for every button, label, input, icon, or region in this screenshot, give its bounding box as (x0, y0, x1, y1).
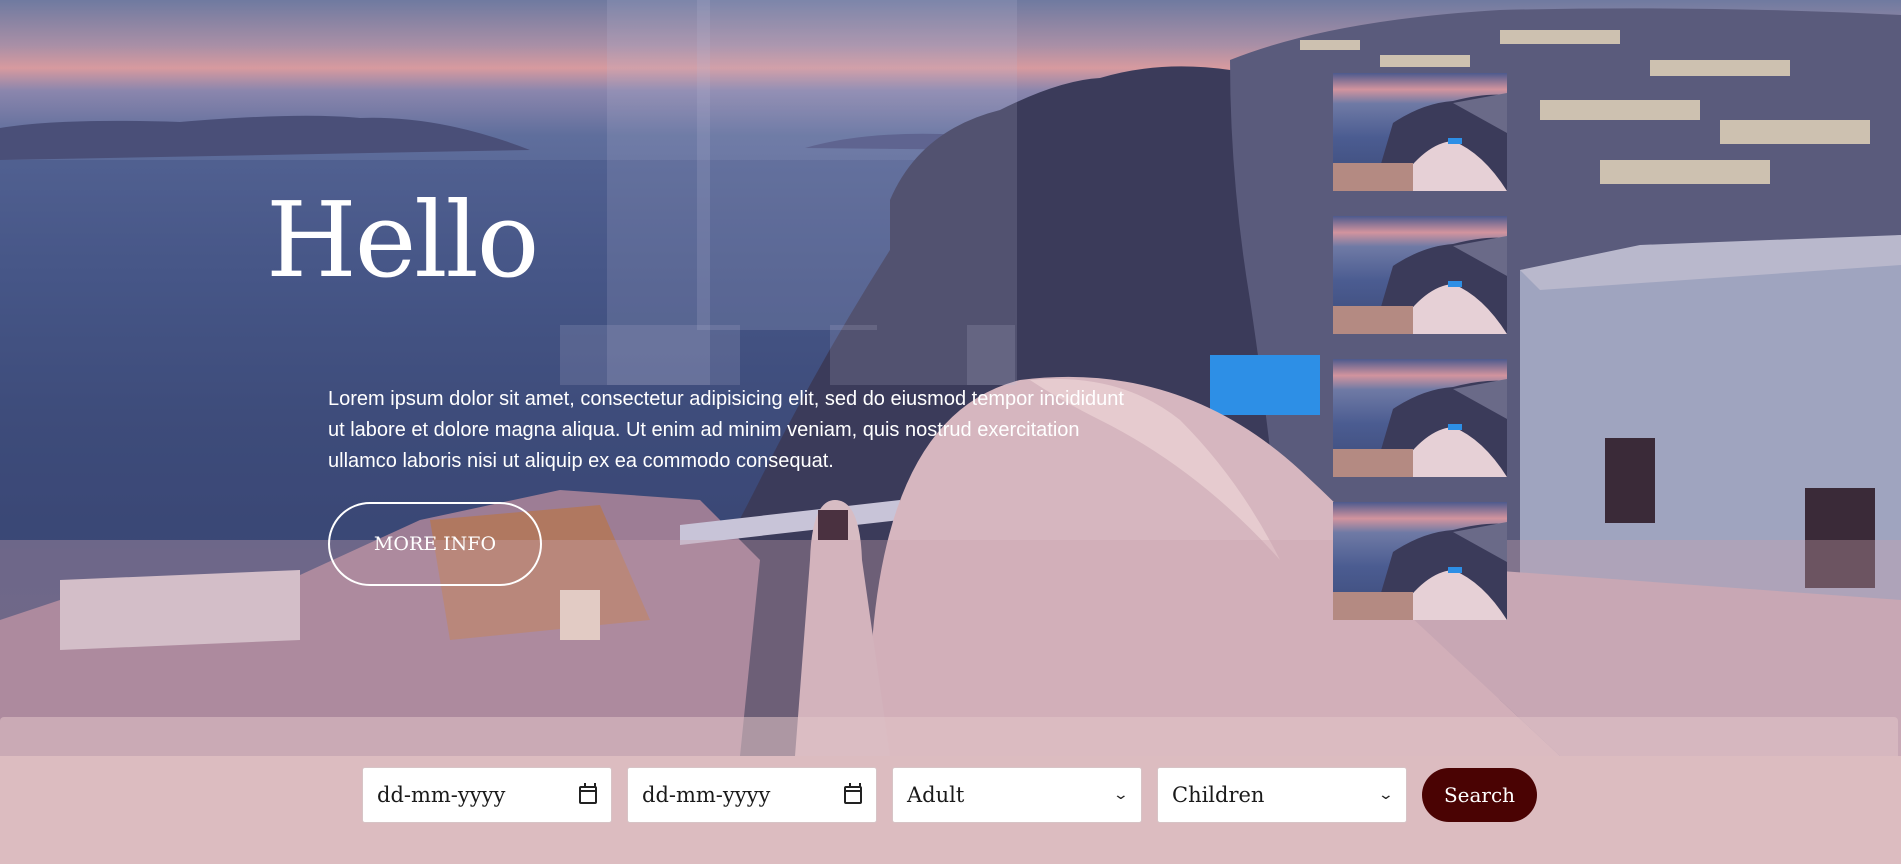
hero-description: Lorem ipsum dolor sit amet, consectetur … (328, 388, 1124, 472)
calendar-icon[interactable] (844, 783, 862, 804)
thumbnail-4[interactable] (1333, 502, 1507, 620)
search-button[interactable]: Search (1422, 768, 1537, 822)
adult-select-value: Adult (907, 783, 965, 807)
thumbnail-image (1333, 379, 1507, 477)
thumbnail-2[interactable] (1333, 216, 1507, 334)
hero-title: Hello (266, 179, 539, 301)
checkin-date-input[interactable]: dd-mm-yyyy (362, 767, 612, 823)
children-select-value: Children (1172, 783, 1265, 807)
thumbnail-3[interactable] (1333, 359, 1507, 477)
booking-bar-overlay (0, 717, 1898, 757)
decorative-shape (877, 0, 967, 325)
calendar-icon[interactable] (579, 783, 597, 804)
thumbnail-gallery (1333, 73, 1507, 645)
thumbnail-image (1333, 93, 1507, 191)
more-info-button[interactable]: MORE INFO (328, 502, 542, 586)
chevron-down-icon: ⌄ (1377, 787, 1395, 803)
thumbnail-image (1333, 522, 1507, 620)
checkout-date-input[interactable]: dd-mm-yyyy (627, 767, 877, 823)
decorative-shape (697, 0, 877, 330)
checkout-date-placeholder: dd-mm-yyyy (642, 783, 771, 807)
adult-select[interactable]: Adult ⌄ (892, 767, 1142, 823)
decorative-shape (830, 325, 1015, 385)
hero-section: Hello Lorem ipsum dolor sit amet, consec… (0, 0, 1901, 756)
chevron-down-icon: ⌄ (1112, 787, 1130, 803)
children-select[interactable]: Children ⌄ (1157, 767, 1407, 823)
thumbnail-1[interactable] (1333, 73, 1507, 191)
thumbnail-image (1333, 236, 1507, 334)
checkin-date-placeholder: dd-mm-yyyy (377, 783, 506, 807)
decorative-shape (560, 325, 740, 385)
